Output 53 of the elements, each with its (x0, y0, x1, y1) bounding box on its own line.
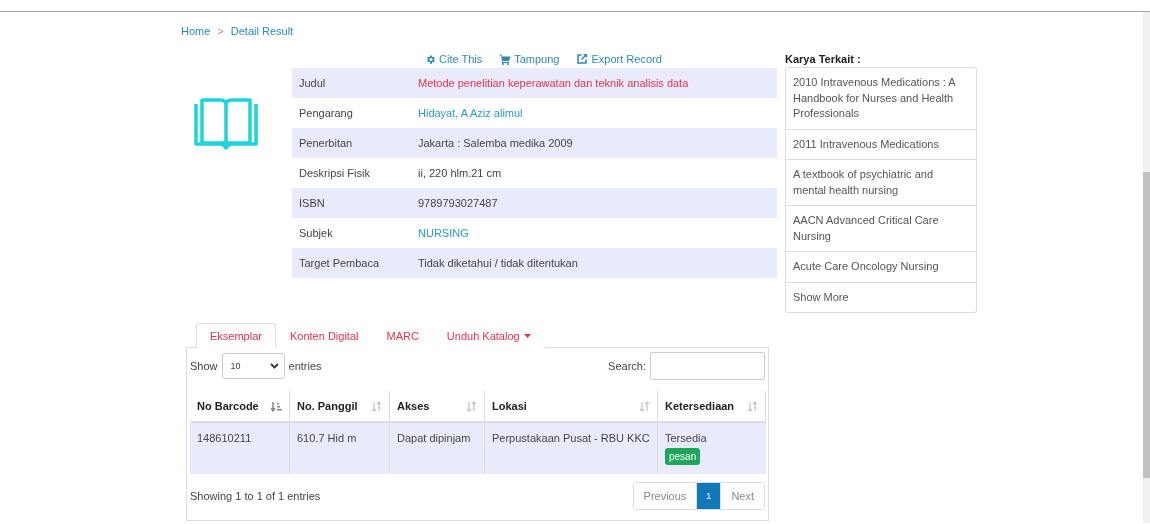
search-field[interactable] (650, 352, 765, 380)
detail-value: 9789793027487 (418, 197, 498, 209)
related-item[interactable]: 2011 Intravenous Medications (786, 128, 976, 159)
book-icon (192, 96, 260, 152)
scrollbar-thumb[interactable] (1143, 172, 1150, 478)
table-cell: 610.7 Hid m (290, 423, 390, 474)
table-cell: 148610211 (190, 423, 290, 474)
cell-text: Tersedia (665, 432, 707, 444)
page-button[interactable]: Next (720, 483, 764, 509)
detail-label: Penerbitan (298, 137, 354, 149)
detail-value: Tidak diketahui / tidak ditentukan (418, 257, 578, 269)
sort-ascending-icon (271, 400, 282, 412)
detail-label: Target Pembaca (298, 257, 381, 269)
related-item[interactable]: Show More (786, 281, 976, 312)
length-label: Show (190, 360, 218, 372)
related-item[interactable]: Acute Care Oncology Nursing (786, 251, 976, 282)
search-label: Search: (608, 360, 646, 372)
action-link[interactable]: Cite This (425, 53, 483, 65)
chevron-icon (269, 363, 279, 369)
detail-label: Judul (298, 77, 327, 89)
table-info: Showing 1 to 1 of 1 entries (190, 490, 321, 502)
related-item[interactable]: AACN Advanced Critical Care Nursing (786, 205, 976, 251)
tab[interactable]: Eksemplar (196, 323, 276, 348)
page-button[interactable]: 1 (696, 483, 721, 509)
related-item[interactable]: A textbook of psychiatric and mental health nursing (786, 159, 976, 205)
gear-icon (425, 53, 436, 65)
action-link[interactable]: Tampung (499, 53, 560, 65)
sort-icon (747, 400, 758, 412)
detail-label: Subjek (298, 227, 334, 239)
length-select[interactable]: 10 (221, 353, 285, 379)
cart-icon (499, 53, 512, 65)
related-title: Karya Terkait : (785, 53, 862, 67)
breadcrumb-current[interactable]: Detail Result (230, 25, 294, 37)
order-badge[interactable]: pesan (665, 448, 701, 465)
table-cell: Perpustakaan Pusat - RBU KKC (485, 423, 658, 474)
action-link[interactable]: Export Record (576, 53, 662, 65)
breadcrumb-link[interactable]: Home (181, 25, 211, 37)
detail-value: ii, 220 hlm.21 cm (418, 167, 502, 179)
detail-link[interactable]: NURSING (418, 227, 469, 239)
sort-icon (466, 400, 477, 412)
detail-label: Pengarang (298, 107, 354, 119)
table-cell: Dapat dipinjam (390, 423, 485, 474)
external-link-icon (576, 53, 589, 65)
detail-value: Jakarta : Salemba medika 2009 (418, 137, 573, 149)
detail-label: Deskripsi Fisik (298, 167, 371, 179)
breadcrumb-separator: > (217, 25, 224, 37)
sort-icon (639, 400, 650, 412)
length-label: entries (288, 360, 322, 372)
title-value: Metode penelitian keperawatan dan teknik analisis data (418, 77, 689, 89)
sort-icon (371, 400, 382, 412)
related-item[interactable]: 2010 Intravenous Medications : A Handbook for Nurses and Health Professionals (786, 68, 976, 129)
detail-label: ISBN (298, 197, 326, 209)
detail-link[interactable]: Hidayat, A Aziz alimul (418, 107, 523, 119)
